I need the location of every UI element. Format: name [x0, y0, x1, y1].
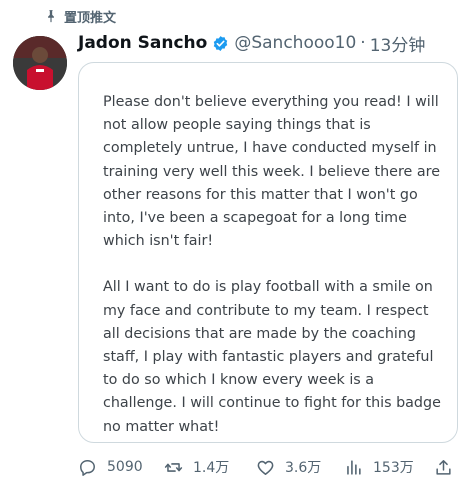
- tweet-header: Jadon Sancho @Sanchooo10 · 13分钟: [78, 31, 426, 56]
- reply-button[interactable]: 5090: [78, 455, 143, 479]
- avatar-image: [13, 36, 67, 90]
- tweet-paragraph-1: Please don't believe everything you read…: [103, 94, 440, 250]
- retweet-icon: [164, 462, 183, 472]
- tweet-actions-bar: 5090 1.4万 3.6万 153万: [78, 455, 458, 479]
- retweet-button[interactable]: 1.4万: [164, 455, 229, 479]
- like-count: 3.6万: [285, 460, 322, 476]
- display-name[interactable]: Jadon Sancho: [78, 33, 207, 53]
- heart-icon: [257, 460, 274, 475]
- reply-icon: [80, 459, 95, 476]
- views-icon: [347, 459, 361, 475]
- views-count: 153万: [373, 460, 414, 476]
- tweet-text-card: Please don't believe everything you read…: [78, 62, 458, 443]
- like-button[interactable]: 3.6万: [256, 455, 321, 479]
- user-handle[interactable]: @Sanchooo10: [234, 33, 356, 53]
- share-button[interactable]: [434, 455, 453, 479]
- separator-dot: ·: [360, 33, 366, 53]
- pinned-label: 置顶推文: [64, 10, 117, 26]
- pin-icon: [48, 10, 54, 23]
- tweet-timestamp[interactable]: 13分钟: [370, 31, 426, 56]
- tweet-paragraph-2: All I want to do is play football with a…: [103, 279, 441, 435]
- reply-count: 5090: [107, 459, 143, 475]
- avatar[interactable]: [13, 36, 67, 90]
- share-icon: [436, 459, 451, 475]
- verified-badge-icon: [214, 35, 228, 51]
- views-button[interactable]: 153万: [344, 455, 414, 479]
- retweet-count: 1.4万: [193, 460, 230, 476]
- pinned-tweet-indicator: 置顶推文: [44, 6, 116, 26]
